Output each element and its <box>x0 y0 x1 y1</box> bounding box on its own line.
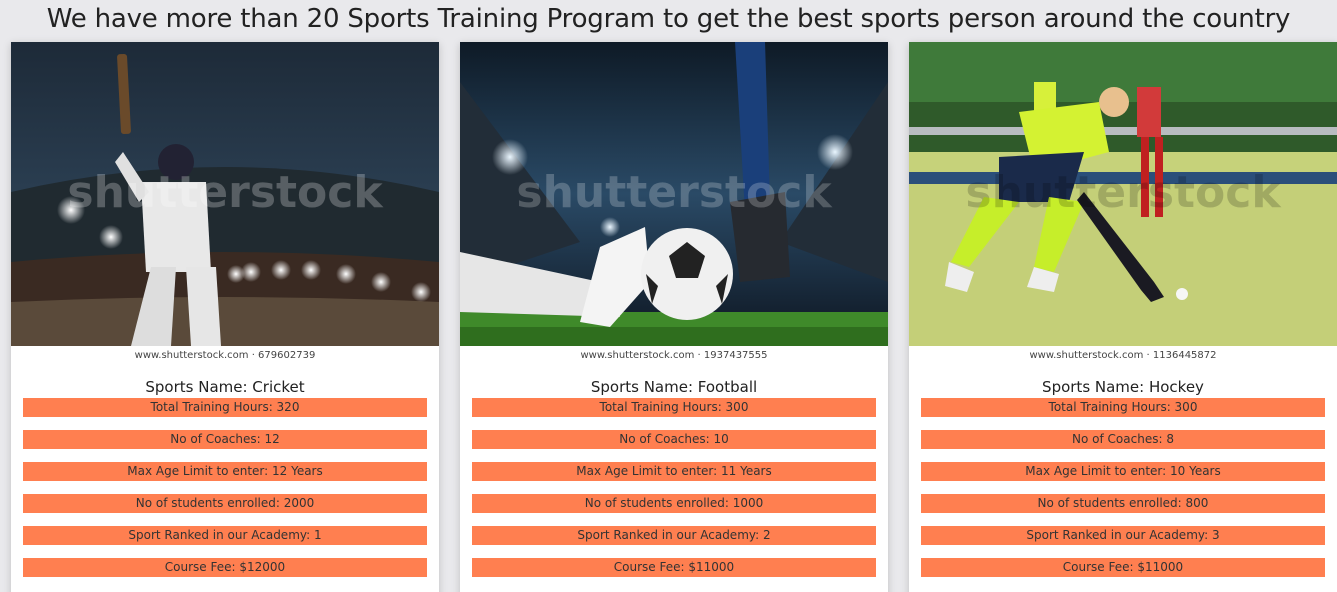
stat-coaches: No of Coaches: 8 <box>921 430 1325 449</box>
stat-rank: Sport Ranked in our Academy: 3 <box>921 526 1325 545</box>
stat-age-limit: Max Age Limit to enter: 11 Years <box>472 462 876 481</box>
sport-name: Sports Name: Hockey <box>1042 378 1204 396</box>
watermark-text: shutterstock <box>965 167 1282 218</box>
cricket-image: shutterstock <box>11 42 439 346</box>
sport-card-hockey[interactable]: shutterstock www.shutterstock.com · 1136… <box>909 42 1337 592</box>
stat-age-limit: Max Age Limit to enter: 12 Years <box>23 462 427 481</box>
sport-card-cricket[interactable]: shutterstock www.shutterstock.com · 6796… <box>11 42 439 592</box>
stat-age-limit: Max Age Limit to enter: 10 Years <box>921 462 1325 481</box>
sport-name: Sports Name: Football <box>590 378 758 396</box>
image-caption: www.shutterstock.com · 679602739 <box>11 346 439 366</box>
stat-fee: Course Fee: $11000 <box>921 558 1325 577</box>
image-caption: www.shutterstock.com · 1136445872 <box>909 346 1337 366</box>
stat-rank: Sport Ranked in our Academy: 2 <box>472 526 876 545</box>
football-image: shutterstock <box>460 42 888 346</box>
stat-training-hours: Total Training Hours: 300 <box>472 398 876 417</box>
stat-training-hours: Total Training Hours: 320 <box>23 398 427 417</box>
stat-coaches: No of Coaches: 12 <box>23 430 427 449</box>
stat-students: No of students enrolled: 800 <box>921 494 1325 513</box>
hockey-image: shutterstock <box>909 42 1337 346</box>
image-caption: www.shutterstock.com · 1937437555 <box>460 346 888 366</box>
sport-name: Sports Name: Cricket <box>145 378 305 396</box>
stat-coaches: No of Coaches: 10 <box>472 430 876 449</box>
page-title: We have more than 20 Sports Training Pro… <box>46 4 1291 34</box>
stat-fee: Course Fee: $12000 <box>23 558 427 577</box>
watermark-text: shutterstock <box>67 167 384 218</box>
stat-fee: Course Fee: $11000 <box>472 558 876 577</box>
stat-students: No of students enrolled: 2000 <box>23 494 427 513</box>
stat-students: No of students enrolled: 1000 <box>472 494 876 513</box>
sport-card-football[interactable]: shutterstock www.shutterstock.com · 1937… <box>460 42 888 592</box>
stat-training-hours: Total Training Hours: 300 <box>921 398 1325 417</box>
stat-rank: Sport Ranked in our Academy: 1 <box>23 526 427 545</box>
watermark-text: shutterstock <box>516 167 833 218</box>
